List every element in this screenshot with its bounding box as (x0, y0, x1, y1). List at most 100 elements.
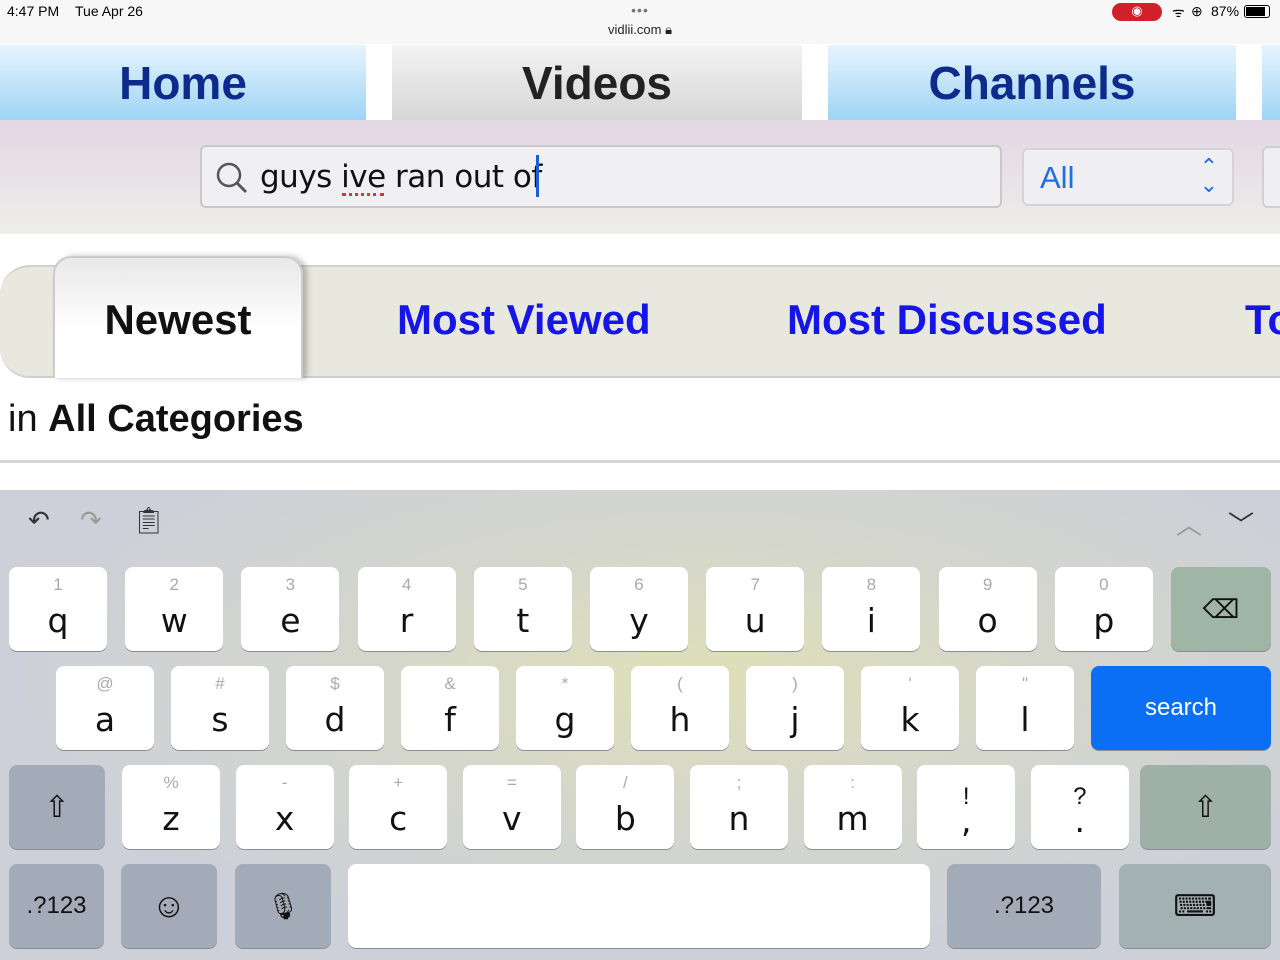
key-label: , (960, 801, 972, 840)
key-label: o (977, 601, 998, 640)
search-input[interactable]: guys ive ran out of (200, 145, 1002, 208)
shift-key-right[interactable]: ⇧ (1140, 765, 1271, 849)
search-icon (216, 162, 248, 194)
key-e[interactable]: 3e (241, 567, 340, 651)
key-label: n (728, 799, 750, 838)
sort-tab-top[interactable]: To (1245, 296, 1280, 344)
orientation-lock-icon: ⊕ (1191, 3, 1203, 19)
key-alt-label: ; (736, 773, 742, 792)
numbers-key-right[interactable]: .?123 (947, 864, 1101, 948)
spellcheck-underline (342, 193, 384, 196)
sort-tab-most-viewed[interactable]: Most Viewed (397, 296, 651, 344)
nav-tab-channels[interactable]: Channels (828, 45, 1236, 120)
key-m[interactable]: :m (803, 765, 902, 849)
key-alt-label: 6 (634, 575, 644, 594)
url-label[interactable]: vidlii.com 🔒︎ (0, 22, 1280, 38)
key-d[interactable]: $ d (286, 666, 384, 750)
key-label: b (614, 799, 636, 838)
chevron-up-icon[interactable]: ︿ (1176, 505, 1202, 542)
category-heading: in All Categories (8, 398, 304, 441)
key-u[interactable]: 7u (706, 567, 805, 651)
key-j[interactable]: ) j (746, 666, 844, 750)
search-key[interactable]: search (1091, 666, 1271, 750)
key-label: w (160, 601, 188, 640)
key-alt-label: 5 (518, 575, 528, 594)
key-s[interactable]: # s (171, 666, 269, 750)
delete-key[interactable]: ⌫ (1171, 567, 1271, 651)
search-submit-button[interactable] (1262, 146, 1280, 208)
key-w[interactable]: 2w (125, 567, 224, 651)
key-a[interactable]: @ a (56, 666, 154, 750)
space-key[interactable] (348, 864, 930, 948)
key-alt-label: + (393, 773, 404, 792)
key-y[interactable]: 6y (590, 567, 688, 651)
key-.[interactable]: ?. (1030, 765, 1129, 849)
key-alt-label: 1 (53, 575, 63, 594)
key-label: c (389, 799, 408, 838)
key-label: g (554, 700, 576, 739)
key-o[interactable]: 9o (938, 567, 1037, 651)
emoji-key[interactable]: ☺ (121, 864, 217, 948)
key-g[interactable]: * g (516, 666, 614, 750)
key-label: f (444, 700, 456, 739)
key-alt-label: ' (908, 674, 912, 693)
category-select[interactable]: All ⌃ ⌄ (1022, 148, 1234, 206)
key-p[interactable]: 0p (1054, 567, 1153, 651)
key-label: q (47, 601, 69, 640)
key-q[interactable]: 1q (9, 567, 107, 651)
key-label: . (1074, 801, 1086, 840)
key-alt-label: - (281, 773, 288, 792)
battery-percent: 87% (1211, 3, 1240, 19)
undo-icon[interactable]: ↶ (28, 505, 50, 536)
key-label: k (900, 700, 920, 739)
key-label: u (744, 601, 766, 640)
key-label: r (399, 601, 414, 640)
key-h[interactable]: (h (631, 666, 729, 750)
key-alt-label: * (561, 674, 569, 693)
key-l[interactable]: " l (976, 666, 1074, 750)
key-alt-label: $ (330, 674, 340, 693)
key-r[interactable]: 4r (357, 567, 456, 651)
search-key-label: search (1144, 694, 1218, 721)
dismiss-keyboard-key[interactable]: ⌨︎ (1119, 864, 1271, 948)
emoji-icon: ☺ (151, 886, 187, 925)
key-k[interactable]: ' k (861, 666, 959, 750)
key-alt-label: @ (96, 674, 114, 693)
nav-tab-more[interactable] (1262, 45, 1280, 120)
key-v[interactable]: = v (462, 765, 561, 849)
sort-tab-label: Newest (104, 296, 252, 343)
redo-icon[interactable]: ↷ (80, 505, 102, 536)
numbers-key-label: .?123 (993, 892, 1055, 919)
shift-icon: ⇧ (44, 790, 70, 824)
key-alt-label: ) (792, 674, 798, 693)
nav-tab-home[interactable]: Home (0, 45, 366, 120)
key-alt-label: % (163, 773, 179, 792)
key-b[interactable]: / b (576, 765, 675, 849)
key-alt-label: ( (677, 674, 683, 693)
more-dots-icon[interactable]: ••• (0, 2, 1280, 18)
sort-tab-most-discussed[interactable]: Most Discussed (787, 296, 1107, 344)
numbers-key-left[interactable]: .?123 (9, 864, 104, 948)
key-,[interactable]: !, (917, 765, 1016, 849)
key-alt-label: 9 (982, 575, 993, 594)
key-i[interactable]: 8i (822, 567, 921, 651)
sort-tab-newest[interactable]: Newest (53, 256, 303, 378)
chevron-updown-icon: ⌃ ⌄ (1199, 154, 1218, 197)
chevron-down-icon[interactable]: ﹀ (1228, 505, 1254, 542)
key-label: z (162, 799, 180, 838)
key-f[interactable]: & f (401, 666, 499, 750)
dictation-key[interactable]: 🎙︎ (235, 864, 331, 948)
key-label: j (790, 700, 800, 739)
nav-tab-label: Videos (522, 56, 672, 109)
url-text: vidlii.com (607, 22, 662, 37)
key-n[interactable]: ; n (690, 765, 788, 849)
nav-tab-label: Channels (928, 56, 1136, 109)
shift-key-left[interactable]: ⇧ (9, 765, 105, 849)
keyboard-hide-icon: ⌨︎ (1173, 889, 1217, 923)
key-c[interactable]: + c (349, 765, 448, 849)
paste-icon[interactable]: 📋︎ (132, 505, 165, 536)
nav-tab-videos[interactable]: Videos (392, 45, 802, 120)
key-x[interactable]: -x (235, 765, 334, 849)
key-t[interactable]: 5t (473, 567, 572, 651)
key-z[interactable]: % z (122, 765, 220, 849)
